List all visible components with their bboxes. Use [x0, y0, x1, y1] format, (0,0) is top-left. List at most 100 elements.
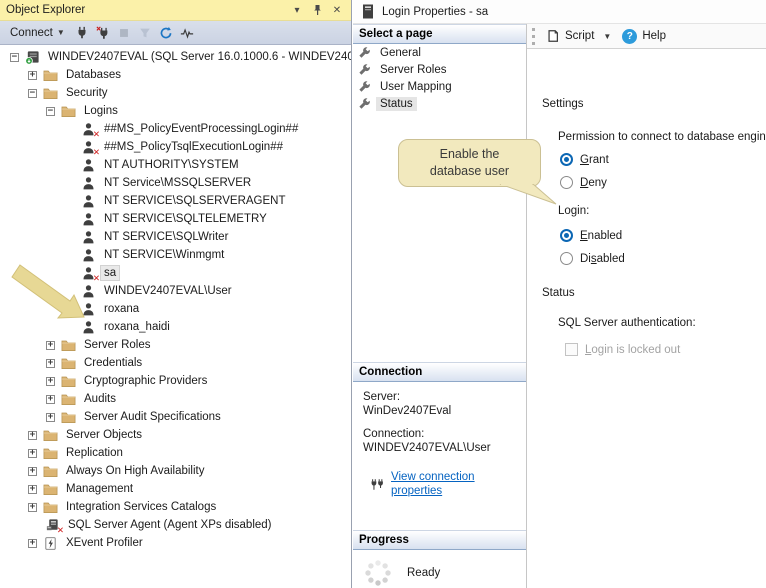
wrench-icon	[358, 46, 371, 59]
pin-icon[interactable]	[309, 3, 325, 18]
tree-item-label: NT SERVICE\SQLSERVERAGENT	[104, 195, 286, 207]
stop-icon[interactable]	[115, 24, 133, 42]
tree-item[interactable]: ✕ sa	[0, 264, 351, 283]
expand-icon[interactable]: +	[46, 340, 55, 350]
tree-item[interactable]: + XEvent Profiler	[0, 534, 351, 552]
connect-label: Connect	[10, 26, 53, 39]
page-item-label: General	[380, 46, 421, 59]
tree-item-label: NT SERVICE\Winmgmt	[104, 249, 225, 261]
script-button[interactable]: Script	[542, 27, 598, 45]
expand-icon[interactable]: +	[28, 466, 37, 476]
tree-item[interactable]: + Server Roles	[0, 336, 351, 354]
folder-icon	[61, 356, 76, 371]
tree-item[interactable]: − Logins	[0, 102, 351, 120]
tree-item[interactable]: + Server Audit Specifications	[0, 408, 351, 426]
tree-item[interactable]: ✕ ##MS_PolicyEventProcessingLogin##	[0, 120, 351, 139]
activity-monitor-icon[interactable]	[178, 24, 196, 42]
tree-item[interactable]: ✕ ##MS_PolicyTsqlExecutionLogin##	[0, 138, 351, 157]
tree-item[interactable]: NT SERVICE\SQLTELEMETRY	[0, 210, 351, 228]
help-button[interactable]: ? Help	[618, 27, 670, 46]
expand-icon[interactable]: +	[28, 430, 37, 440]
tree-item-label: Logins	[84, 105, 118, 117]
collapse-icon[interactable]: −	[28, 88, 37, 98]
tree-item[interactable]: − Security	[0, 84, 351, 102]
tree-item[interactable]: + Management	[0, 480, 351, 498]
page-item-general[interactable]: General	[353, 44, 526, 61]
deny-radio[interactable]	[560, 176, 573, 189]
tree-item[interactable]: NT SERVICE\SQLSERVERAGENT	[0, 192, 351, 210]
page-item-server-roles[interactable]: Server Roles	[353, 61, 526, 78]
tree-item[interactable]: − WINDEV2407EVAL (SQL Server 16.0.1000.6 …	[0, 48, 351, 66]
tree-item[interactable]: NT AUTHORITY\SYSTEM	[0, 156, 351, 174]
grant-radio[interactable]	[560, 153, 573, 166]
grant-radio-option[interactable]: Grant	[560, 153, 609, 166]
expand-icon[interactable]: +	[28, 448, 37, 458]
dialog-icon	[363, 4, 373, 19]
user-icon	[81, 194, 96, 209]
refresh-icon[interactable]	[157, 24, 175, 42]
tree-item[interactable]: + Credentials	[0, 354, 351, 372]
progress-panel: Progress Ready	[353, 530, 526, 588]
grant-label[interactable]: Grant	[580, 154, 609, 166]
enabled-label[interactable]: Enabled	[580, 230, 622, 242]
disabled-radio[interactable]	[560, 252, 573, 265]
tree-item[interactable]: + Audits	[0, 390, 351, 408]
tree-item[interactable]: + Replication	[0, 444, 351, 462]
disabled-label[interactable]: Disabled	[580, 253, 625, 265]
expand-icon[interactable]: +	[28, 502, 37, 512]
deny-label[interactable]: Deny	[580, 177, 607, 189]
tree-item-label: roxana_haidi	[104, 321, 170, 333]
folder-icon	[43, 464, 58, 479]
folder-icon	[61, 410, 76, 425]
enabled-radio-option[interactable]: Enabled	[560, 229, 622, 242]
connection-panel: Connection Server: WinDev2407Eval Connec…	[353, 362, 526, 498]
tree-item[interactable]: NT SERVICE\Winmgmt	[0, 246, 351, 264]
tree-item[interactable]: + Integration Services Catalogs	[0, 498, 351, 516]
tree-item[interactable]: + Databases	[0, 66, 351, 84]
disconnect-icon[interactable]	[94, 24, 112, 42]
expand-icon[interactable]: +	[28, 538, 37, 548]
expand-icon[interactable]: +	[28, 70, 37, 80]
tree-item[interactable]: NT Service\MSSQLSERVER	[0, 174, 351, 192]
tree-item[interactable]: NT SERVICE\SQLWriter	[0, 228, 351, 246]
tree-item[interactable]: roxana_haidi	[0, 318, 351, 336]
enabled-radio[interactable]	[560, 229, 573, 242]
expand-icon[interactable]: +	[46, 394, 55, 404]
connect-button[interactable]: Connect ▼	[5, 25, 70, 41]
tree-item-label: Integration Services Catalogs	[66, 501, 217, 513]
expand-icon[interactable]: +	[46, 358, 55, 368]
login-label: Login:	[558, 205, 590, 217]
callout-text-line1: Enable the	[439, 147, 500, 161]
tree-item[interactable]: + Server Objects	[0, 426, 351, 444]
tree-item[interactable]: ✕ SQL Server Agent (Agent XPs disabled)	[0, 516, 351, 535]
disabled-radio-option[interactable]: Disabled	[560, 252, 625, 265]
tree-item[interactable]: roxana	[0, 300, 351, 318]
user-icon	[81, 176, 96, 191]
locked-out-checkbox[interactable]	[565, 343, 578, 356]
filter-icon[interactable]	[136, 24, 154, 42]
view-connection-properties-link[interactable]: View connection properties	[391, 470, 520, 498]
collapse-icon[interactable]: −	[10, 52, 19, 62]
page-item-user-mapping[interactable]: User Mapping	[353, 78, 526, 95]
tree-item[interactable]: + Cryptographic Providers	[0, 372, 351, 390]
deny-radio-option[interactable]: Deny	[560, 176, 607, 189]
toolbar-grip	[532, 27, 536, 45]
connection-label: Connection:	[363, 428, 425, 440]
page-item-label: User Mapping	[380, 80, 452, 93]
window-position-icon[interactable]: ▾	[289, 3, 305, 18]
user-icon	[81, 230, 96, 245]
expand-icon[interactable]: +	[46, 412, 55, 422]
tree-item[interactable]: + Always On High Availability	[0, 462, 351, 480]
connect-object-icon[interactable]	[73, 24, 91, 42]
expand-icon[interactable]: +	[46, 376, 55, 386]
page-item-status[interactable]: Status	[353, 95, 526, 112]
tree-item[interactable]: WINDEV2407EVAL\User	[0, 282, 351, 300]
locked-out-option[interactable]: Login is locked out	[565, 343, 680, 356]
tree-item-label: Cryptographic Providers	[84, 375, 208, 387]
connection-header: Connection	[353, 362, 526, 382]
collapse-icon[interactable]: −	[46, 106, 55, 116]
expand-icon[interactable]: +	[28, 484, 37, 494]
close-icon[interactable]: ✕	[329, 3, 345, 18]
script-chevron-down-icon[interactable]: ▼	[603, 32, 611, 41]
script-label: Script	[565, 30, 595, 42]
